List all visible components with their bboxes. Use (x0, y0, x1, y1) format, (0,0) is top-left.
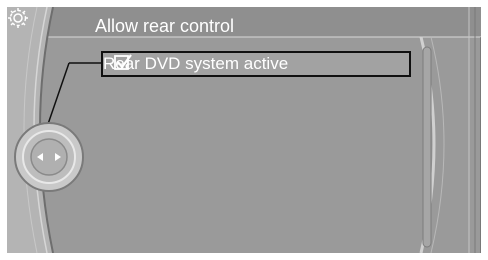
controller-knob-icon[interactable] (13, 119, 85, 195)
rear-dvd-system-active-option[interactable]: Rear DVD system active (101, 51, 411, 77)
page-title: Allow rear control (95, 16, 235, 36)
gear-icon (8, 8, 28, 28)
checkbox-checked-icon[interactable] (113, 53, 133, 73)
display-screen: Allow rear control Rear DVD system activ… (7, 7, 481, 253)
